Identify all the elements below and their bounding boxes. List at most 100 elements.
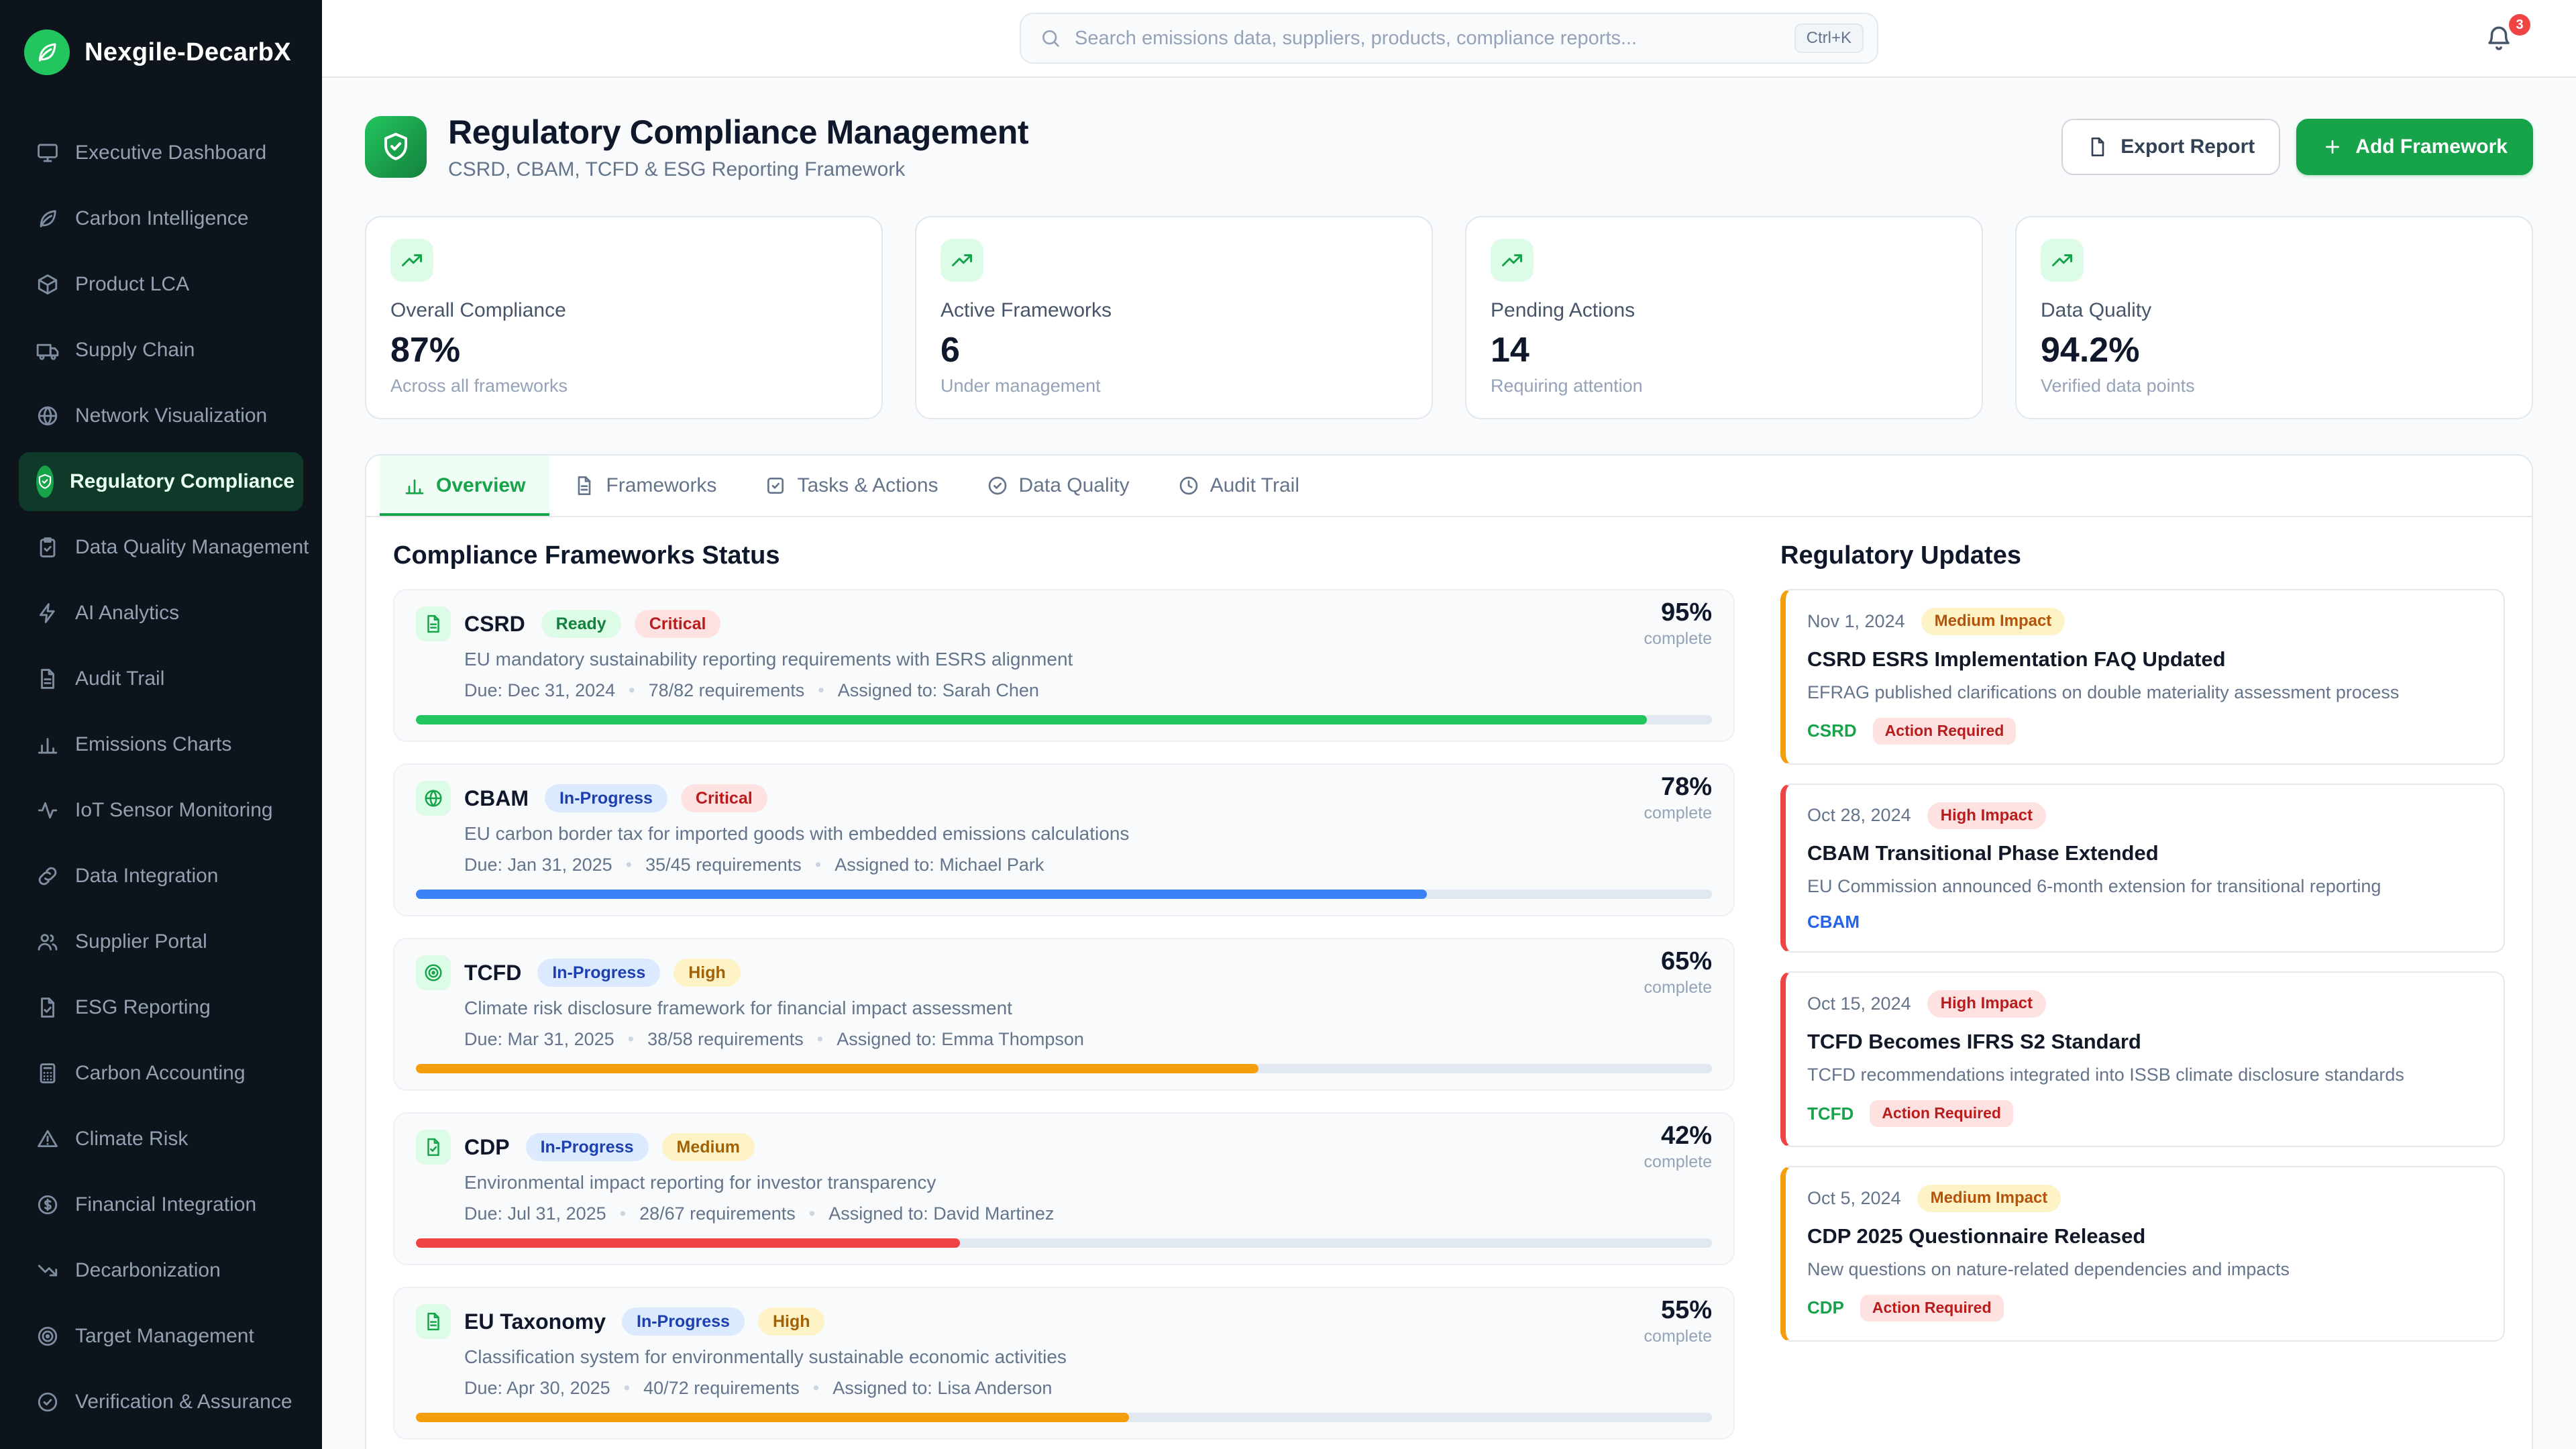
clipboard-check-icon — [36, 536, 59, 559]
updates-list: Nov 1, 2024 Medium Impact CSRD ESRS Implem… — [1780, 589, 2505, 1342]
tab-overview[interactable]: Overview — [380, 455, 549, 516]
framework-complete-label: complete — [1644, 1152, 1712, 1172]
clipboard-check-icon — [36, 536, 59, 559]
sidebar-item-decarbonization[interactable]: Decarbonization — [19, 1241, 303, 1300]
sidebar-item-data-quality-management[interactable]: Data Quality Management — [19, 518, 303, 577]
sidebar-item-supplier-portal[interactable]: Supplier Portal — [19, 912, 303, 971]
stat-card-pending-actions: Pending Actions14Requiring attention — [1465, 216, 1983, 419]
sidebar-item-ai-analytics[interactable]: AI Analytics — [19, 584, 303, 643]
stat-card-overall-compliance: Overall Compliance87%Across all framewor… — [365, 216, 883, 419]
bar-chart-icon — [404, 475, 425, 496]
sidebar-item-data-integration[interactable]: Data Integration — [19, 847, 303, 906]
report-icon — [416, 1130, 451, 1165]
plus-icon — [2322, 136, 2343, 158]
sidebar-item-target-management[interactable]: Target Management — [19, 1307, 303, 1366]
search-icon — [1040, 28, 1061, 49]
framework-due: Due: Dec 31, 2024 — [464, 679, 615, 702]
update-date: Oct 5, 2024 — [1807, 1188, 1901, 1209]
app-logo[interactable]: Nexgile-DecarbX — [19, 27, 303, 78]
progress-bar — [416, 1064, 1712, 1073]
framework-requirements: 35/45 requirements — [645, 853, 802, 876]
frameworks-section: Compliance Frameworks Status CSRDReadyCr… — [393, 541, 1735, 1449]
trending-up-icon — [2041, 239, 2084, 282]
monitor-icon — [36, 142, 59, 164]
update-card-tcfd-becomes-ifrs-s2-standard[interactable]: Oct 15, 2024High ImpactTCFD Becomes IFRS… — [1780, 971, 2505, 1147]
search-input[interactable] — [1075, 28, 1781, 50]
report-icon — [36, 996, 59, 1019]
update-card-csrd-esrs-implementation-faq-updated[interactable]: Nov 1, 2024 Medium Impact CSRD ESRS Implem… — [1780, 589, 2505, 765]
framework-due: Due: Mar 31, 2025 — [464, 1028, 614, 1051]
search-icon — [1040, 28, 1061, 49]
sidebar-item-carbon-intelligence[interactable]: Carbon Intelligence — [19, 189, 303, 248]
export-report-label: Export Report — [2121, 136, 2255, 158]
framework-complete-label: complete — [1644, 804, 1712, 823]
sidebar-item-regulatory-compliance[interactable]: Regulatory Compliance — [19, 452, 303, 511]
tab-label: Tasks & Actions — [797, 474, 938, 497]
sidebar-item-esg-reporting[interactable]: ESG Reporting — [19, 978, 303, 1037]
tab-frameworks[interactable]: Frameworks — [549, 455, 741, 516]
update-title: CSRD ESRS Implementation FAQ Updated — [1807, 647, 2482, 672]
framework-status-badge: In-Progress — [622, 1307, 745, 1336]
sidebar-item-climate-risk[interactable]: Climate Risk — [19, 1110, 303, 1169]
calculator-icon — [36, 1062, 59, 1085]
stat-label: Overall Compliance — [390, 299, 857, 322]
sidebar-item-emissions-charts[interactable]: Emissions Charts — [19, 715, 303, 774]
framework-card-csrd[interactable]: CSRDReadyCritical95%completeEU mandatory… — [393, 589, 1735, 742]
action-required-badge: Action Required — [1873, 718, 2017, 745]
impact-badge: High Impact — [1927, 990, 2046, 1018]
framework-card-tcfd[interactable]: TCFDIn-ProgressHigh65%completeClimate ri… — [393, 938, 1735, 1091]
sidebar-item-label: Supply Chain — [75, 339, 195, 362]
truck-icon — [36, 339, 59, 362]
add-framework-label: Add Framework — [2355, 136, 2508, 158]
update-description: New questions on nature-related dependen… — [1807, 1256, 2482, 1283]
sidebar-item-label: Network Visualization — [75, 405, 267, 427]
impact-badge: Medium Impact — [1921, 608, 2065, 635]
tab-tasks-actions[interactable]: Tasks & Actions — [741, 455, 962, 516]
sidebar-item-product-lca[interactable]: Product LCA — [19, 255, 303, 314]
sidebar-item-verification-assurance[interactable]: Verification & Assurance — [19, 1373, 303, 1432]
trending-up-icon — [1500, 248, 1524, 272]
update-date: Nov 1, 2024 — [1807, 611, 1905, 632]
add-framework-button[interactable]: Add Framework — [2296, 119, 2533, 175]
trending-down-icon — [36, 1259, 59, 1282]
tab-bar: OverviewFrameworks Tasks & Actions Data Qu… — [366, 455, 2532, 517]
tab-audit-trail[interactable]: Audit Trail — [1154, 455, 1324, 516]
framework-meta: Due: Dec 31, 2024•78/82 requirements•Ass… — [464, 679, 1712, 702]
sidebar-item-supply-chain[interactable]: Supply Chain — [19, 321, 303, 380]
update-tag: CDP — [1807, 1297, 1844, 1318]
notifications-button[interactable]: 3 — [2485, 18, 2525, 58]
sidebar-item-label: Emissions Charts — [75, 733, 231, 756]
framework-card-eu-taxonomy[interactable]: EU TaxonomyIn-ProgressHigh55%completeCla… — [393, 1287, 1735, 1440]
framework-priority-badge: High — [674, 959, 741, 987]
export-report-button[interactable]: Export Report — [2061, 119, 2280, 175]
sidebar-item-financial-integration[interactable]: Financial Integration — [19, 1175, 303, 1234]
tab-data-quality[interactable]: Data Quality — [963, 455, 1154, 516]
app-title: Nexgile-DecarbX — [85, 38, 291, 67]
framework-card-cdp[interactable]: CDPIn-ProgressMedium42%completeEnvironme… — [393, 1112, 1735, 1265]
zap-icon — [36, 602, 59, 625]
main-area: Ctrl+K 3 Regulatory Compliance Managemen… — [322, 0, 2576, 1449]
sidebar-item-network-visualization[interactable]: Network Visualization — [19, 386, 303, 445]
framework-description: Classification system for environmentall… — [464, 1344, 1712, 1370]
global-search[interactable]: Ctrl+K — [1020, 13, 1878, 64]
sidebar-item-carbon-accounting[interactable]: Carbon Accounting — [19, 1044, 303, 1103]
update-card-cdp-2025-questionnaire-released[interactable]: Oct 5, 2024Medium ImpactCDP 2025 Questio… — [1780, 1166, 2505, 1342]
sidebar: Nexgile-DecarbX Executive Dashboard Carbo… — [0, 0, 322, 1449]
update-description: TCFD recommendations integrated into ISS… — [1807, 1062, 2482, 1088]
framework-card-cbam[interactable]: CBAMIn-ProgressCritical78%completeEU car… — [393, 763, 1735, 916]
trending-up-icon — [2050, 248, 2074, 272]
badge-check-icon — [987, 475, 1008, 496]
framework-due: Due: Apr 30, 2025 — [464, 1377, 610, 1399]
stat-value: 94.2% — [2041, 330, 2508, 370]
sidebar-item-executive-dashboard[interactable]: Executive Dashboard — [19, 123, 303, 182]
app-root: Nexgile-DecarbX Executive Dashboard Carbo… — [0, 0, 2576, 1449]
stat-value: 6 — [941, 330, 1407, 370]
sidebar-item-iot-sensor-monitoring[interactable]: IoT Sensor Monitoring — [19, 781, 303, 840]
update-card-cbam-transitional-phase-extended[interactable]: Oct 28, 2024High ImpactCBAM Transitional… — [1780, 784, 2505, 953]
framework-description: Environmental impact reporting for inves… — [464, 1170, 1712, 1195]
target-icon — [416, 955, 451, 990]
update-title: TCFD Becomes IFRS S2 Standard — [1807, 1030, 2482, 1054]
impact-badge: High Impact — [1927, 802, 2046, 830]
sidebar-item-audit-trail[interactable]: Audit Trail — [19, 649, 303, 708]
check-square-icon — [765, 475, 786, 496]
